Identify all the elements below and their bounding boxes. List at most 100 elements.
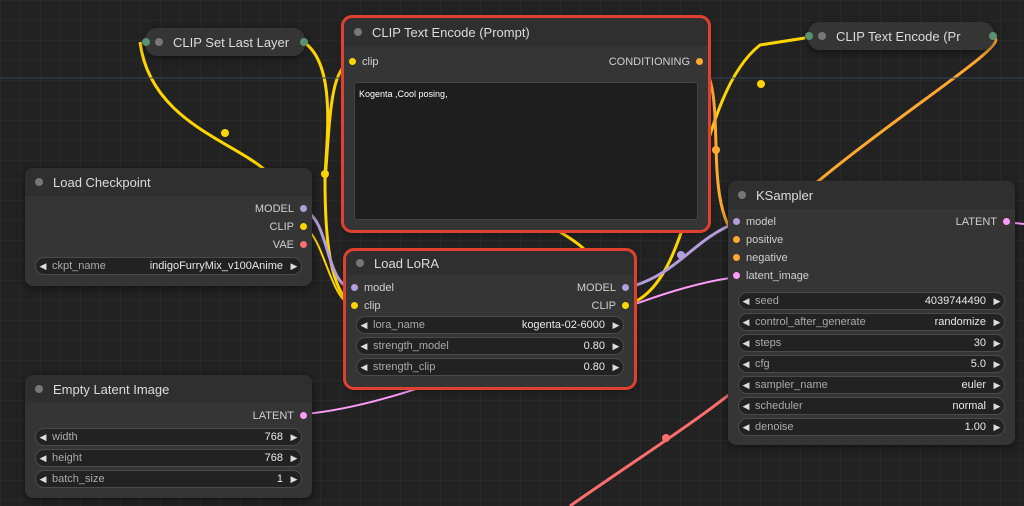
- increment-arrow-icon[interactable]: ▶: [990, 296, 1004, 307]
- increment-arrow-icon[interactable]: ▶: [287, 261, 301, 272]
- decrement-arrow-icon[interactable]: ◀: [357, 341, 371, 352]
- increment-arrow-icon[interactable]: ▶: [990, 317, 1004, 328]
- prompt-textarea[interactable]: Kogenta ,Cool posing,: [354, 82, 698, 220]
- conditioning-output-slot-icon[interactable]: [989, 32, 997, 40]
- increment-arrow-icon[interactable]: ▶: [990, 380, 1004, 391]
- input-model[interactable]: model: [346, 279, 394, 297]
- widget-cfg[interactable]: ◀ cfg 5.0 ▶: [738, 355, 1005, 373]
- decrement-arrow-icon[interactable]: ◀: [739, 401, 753, 412]
- clip-output-slot-icon[interactable]: [300, 38, 308, 46]
- node-title-bar[interactable]: Load LoRA: [346, 251, 634, 275]
- collapse-dot-icon[interactable]: [354, 28, 362, 36]
- wire-midpoint-dot[interactable]: [677, 251, 685, 259]
- wire-midpoint-dot[interactable]: [712, 146, 720, 154]
- widget-strength-clip[interactable]: ◀ strength_clip 0.80 ▶: [356, 358, 624, 376]
- node-ksampler[interactable]: KSampler model LATENT positive negative …: [728, 181, 1015, 445]
- increment-arrow-icon[interactable]: ▶: [990, 401, 1004, 412]
- input-clip[interactable]: clip: [346, 297, 381, 315]
- output-conditioning[interactable]: CONDITIONING: [609, 53, 708, 71]
- clip-slot-icon[interactable]: [300, 223, 307, 230]
- node-title-bar[interactable]: CLIP Text Encode (Prompt): [344, 18, 708, 46]
- conditioning-slot-icon[interactable]: [733, 236, 740, 243]
- wire-midpoint-dot[interactable]: [321, 170, 329, 178]
- wire-midpoint-dot[interactable]: [221, 129, 229, 137]
- decrement-arrow-icon[interactable]: ◀: [357, 362, 371, 373]
- latent-slot-icon[interactable]: [1003, 218, 1010, 225]
- conditioning-slot-icon[interactable]: [696, 58, 703, 65]
- node-title-bar[interactable]: CLIP Set Last Layer: [145, 28, 305, 56]
- collapse-dot-icon[interactable]: [35, 178, 43, 186]
- node-clip-set-last-layer[interactable]: CLIP Set Last Layer: [142, 28, 308, 56]
- widget-steps[interactable]: ◀ steps 30 ▶: [738, 334, 1005, 352]
- node-clip-text-encode-negative[interactable]: CLIP Text Encode (Pr: [805, 22, 997, 50]
- wire-midpoint-dot[interactable]: [662, 434, 670, 442]
- wire-midpoint-dot[interactable]: [757, 80, 765, 88]
- input-latent-image[interactable]: latent_image: [728, 267, 809, 285]
- decrement-arrow-icon[interactable]: ◀: [739, 380, 753, 391]
- collapse-dot-icon[interactable]: [155, 38, 163, 46]
- collapse-dot-icon[interactable]: [738, 191, 746, 199]
- decrement-arrow-icon[interactable]: ◀: [739, 338, 753, 349]
- input-model[interactable]: model: [728, 213, 776, 231]
- decrement-arrow-icon[interactable]: ◀: [36, 474, 50, 485]
- widget-denoise[interactable]: ◀ denoise 1.00 ▶: [738, 418, 1005, 436]
- latent-slot-icon[interactable]: [733, 272, 740, 279]
- clip-input-slot-icon[interactable]: [142, 38, 150, 46]
- increment-arrow-icon[interactable]: ▶: [609, 320, 623, 331]
- decrement-arrow-icon[interactable]: ◀: [357, 320, 371, 331]
- model-slot-icon[interactable]: [351, 284, 358, 291]
- decrement-arrow-icon[interactable]: ◀: [739, 296, 753, 307]
- increment-arrow-icon[interactable]: ▶: [287, 453, 301, 464]
- node-clip-text-encode-prompt[interactable]: CLIP Text Encode (Prompt) clip CONDITION…: [341, 15, 711, 233]
- clip-slot-icon[interactable]: [351, 302, 358, 309]
- output-latent[interactable]: LATENT: [956, 213, 1015, 231]
- increment-arrow-icon[interactable]: ▶: [990, 338, 1004, 349]
- node-title-bar[interactable]: KSampler: [728, 181, 1015, 209]
- node-load-lora[interactable]: Load LoRA model MODEL clip CLIP ◀ lora_n…: [343, 248, 637, 390]
- widget-height[interactable]: ◀ height 768 ▶: [35, 449, 302, 467]
- decrement-arrow-icon[interactable]: ◀: [739, 359, 753, 370]
- collapse-dot-icon[interactable]: [818, 32, 826, 40]
- clip-input-slot-icon[interactable]: [805, 32, 813, 40]
- widget-scheduler[interactable]: ◀ scheduler normal ▶: [738, 397, 1005, 415]
- widget-lora-name[interactable]: ◀ lora_name kogenta-02-6000 ▶: [356, 316, 624, 334]
- increment-arrow-icon[interactable]: ▶: [990, 422, 1004, 433]
- output-vae[interactable]: VAE: [25, 236, 312, 254]
- node-title-bar[interactable]: Empty Latent Image: [25, 375, 312, 403]
- increment-arrow-icon[interactable]: ▶: [609, 341, 623, 352]
- decrement-arrow-icon[interactable]: ◀: [36, 432, 50, 443]
- output-model[interactable]: MODEL: [25, 200, 312, 218]
- decrement-arrow-icon[interactable]: ◀: [36, 453, 50, 464]
- conditioning-slot-icon[interactable]: [733, 254, 740, 261]
- collapse-dot-icon[interactable]: [356, 259, 364, 267]
- widget-batch-size[interactable]: ◀ batch_size 1 ▶: [35, 470, 302, 488]
- model-slot-icon[interactable]: [733, 218, 740, 225]
- widget-control-after-generate[interactable]: ◀ control_after_generate randomize ▶: [738, 313, 1005, 331]
- collapse-dot-icon[interactable]: [35, 385, 43, 393]
- model-slot-icon[interactable]: [622, 284, 629, 291]
- widget-width[interactable]: ◀ width 768 ▶: [35, 428, 302, 446]
- widget-sampler-name[interactable]: ◀ sampler_name euler ▶: [738, 376, 1005, 394]
- output-latent[interactable]: LATENT: [25, 407, 312, 425]
- clip-slot-icon[interactable]: [622, 302, 629, 309]
- clip-slot-icon[interactable]: [349, 58, 356, 65]
- increment-arrow-icon[interactable]: ▶: [287, 474, 301, 485]
- widget-strength-model[interactable]: ◀ strength_model 0.80 ▶: [356, 337, 624, 355]
- increment-arrow-icon[interactable]: ▶: [609, 362, 623, 373]
- widget-seed[interactable]: ◀ seed 4039744490 ▶: [738, 292, 1005, 310]
- decrement-arrow-icon[interactable]: ◀: [739, 422, 753, 433]
- increment-arrow-icon[interactable]: ▶: [990, 359, 1004, 370]
- decrement-arrow-icon[interactable]: ◀: [739, 317, 753, 328]
- output-clip[interactable]: CLIP: [25, 218, 312, 236]
- output-model[interactable]: MODEL: [577, 279, 634, 297]
- decrement-arrow-icon[interactable]: ◀: [36, 261, 50, 272]
- widget-ckpt-name[interactable]: ◀ ckpt_name indigoFurryMix_v100Anime ▶: [35, 257, 302, 275]
- input-negative[interactable]: negative: [728, 249, 788, 267]
- latent-slot-icon[interactable]: [300, 412, 307, 419]
- increment-arrow-icon[interactable]: ▶: [287, 432, 301, 443]
- node-title-bar[interactable]: Load Checkpoint: [25, 168, 312, 196]
- output-clip[interactable]: CLIP: [592, 297, 634, 315]
- input-positive[interactable]: positive: [728, 231, 783, 249]
- input-clip[interactable]: clip: [344, 53, 379, 71]
- node-empty-latent-image[interactable]: Empty Latent Image LATENT ◀ width 768 ▶ …: [25, 375, 312, 498]
